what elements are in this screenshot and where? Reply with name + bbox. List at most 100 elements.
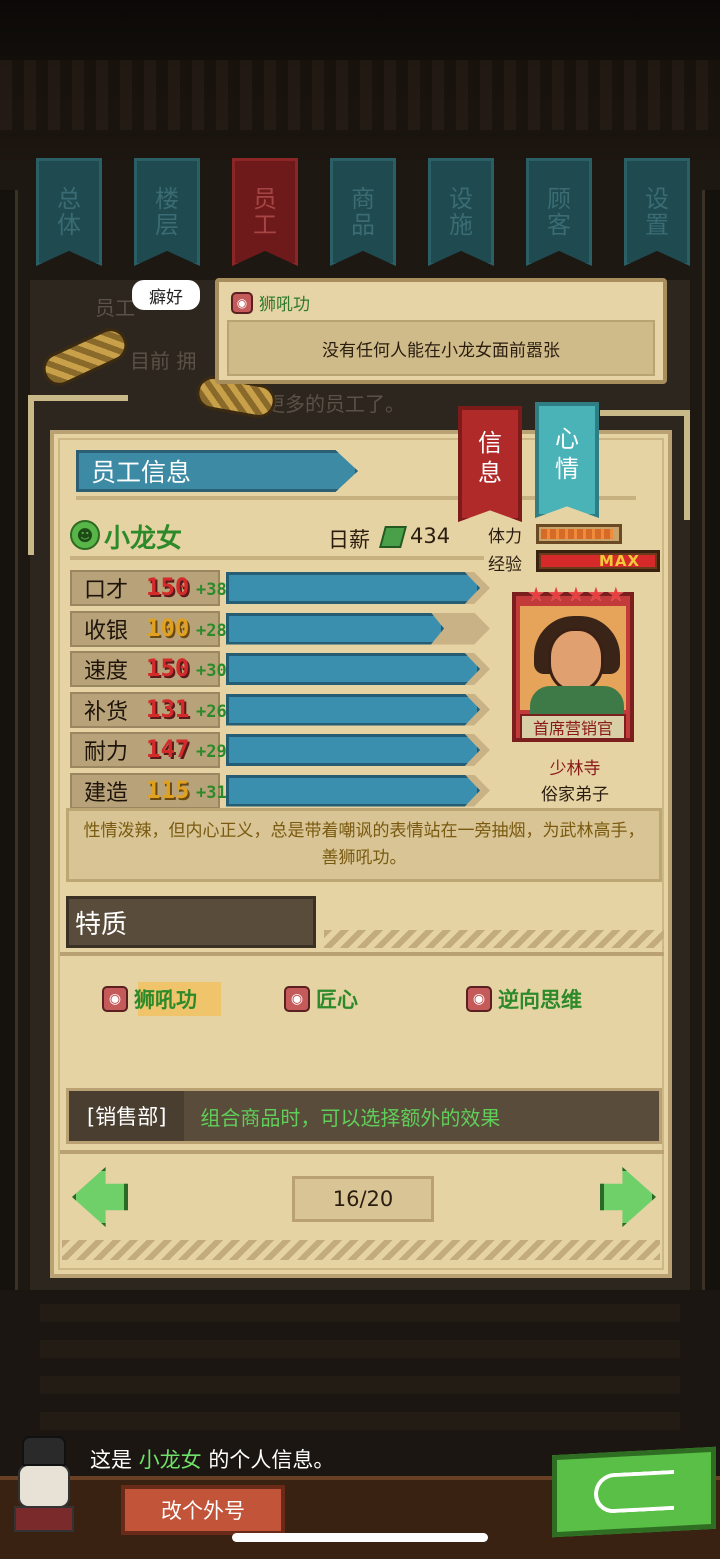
left-frame — [0, 190, 18, 1470]
decorative-zigzag — [62, 1240, 660, 1260]
rename-button[interactable]: 改个外号 — [121, 1485, 285, 1535]
stat-bar-fill — [226, 734, 480, 766]
trait-reverse-thinking[interactable]: ◉ 逆向思维 — [466, 982, 582, 1016]
trait-label: 逆向思维 — [498, 988, 582, 1012]
tab-top-0[interactable]: 总体 — [36, 158, 102, 266]
rank-stars-icon: ★★★★★ — [527, 582, 627, 606]
tab-label: 员 — [253, 184, 277, 213]
page-indicator: 16/20 — [292, 1176, 434, 1222]
tab-top-6[interactable]: 设置 — [624, 158, 690, 266]
role-badge: 首席营销官 — [520, 714, 626, 740]
trait-lion-roar[interactable]: ◉ 狮吼功 — [102, 982, 221, 1016]
stat-row: 收银 100 +28 — [70, 610, 490, 647]
avatar-hat — [22, 1436, 66, 1466]
tooltip-trait-name: 狮吼功 — [259, 295, 310, 315]
stat-base-value: 150 — [146, 654, 190, 682]
hobby-tooltip: ◉ 狮吼功 没有任何人能在小龙女面前嚣张 — [215, 278, 667, 384]
tab-label: 置 — [645, 211, 669, 239]
tab-top-1[interactable]: 楼层 — [134, 158, 200, 266]
department-effect: 组合商品时，可以选择额外的效果 — [200, 1105, 501, 1130]
dialog-employee-name: 小龙女 — [138, 1448, 202, 1472]
mood-smile-icon: ☻ — [70, 520, 100, 550]
tab-top-5[interactable]: 顾客 — [526, 158, 592, 266]
tab-label: 商 — [351, 184, 375, 213]
trait-label: 狮吼功 — [134, 988, 197, 1012]
home-indicator[interactable] — [232, 1533, 488, 1542]
tab-label: 息 — [478, 459, 502, 487]
back-button[interactable] — [552, 1446, 716, 1538]
lion-roar-icon: ◉ — [231, 291, 253, 314]
trait-label: 匠心 — [316, 988, 358, 1012]
avatar-body — [14, 1506, 74, 1532]
stat-row: 建造 115 +31 — [70, 772, 490, 809]
traits-header: 特质 — [66, 896, 316, 948]
hobby-badge: 癖好 — [132, 280, 200, 310]
tab-label: 楼 — [155, 184, 179, 213]
dialog-text: 这是 小龙女 的个人信息。 — [90, 1444, 334, 1474]
stat-base-value: 150 — [146, 573, 190, 601]
energy-label: 体力 — [488, 527, 522, 547]
tab-label: 设 — [449, 184, 473, 213]
stat-row: 口才 150 +38 — [70, 570, 490, 606]
employee-info-panel: 员工信息 ☻ 小龙女 日薪 434 体力 经验 MAX 口才 150 +38 收银 10… — [50, 430, 672, 1278]
tooltip-description: 没有任何人能在小龙女面前嚣张 — [227, 320, 655, 376]
stat-bar-fill — [226, 572, 480, 604]
tab-top-3[interactable]: 商品 — [330, 158, 396, 266]
top-pattern — [0, 60, 720, 130]
tooltip-header: ◉ 狮吼功 — [231, 290, 310, 315]
stat-bonus-value: +29 — [196, 742, 227, 762]
tab-info[interactable]: 信 息 — [458, 406, 522, 522]
employee-description: 性情泼辣，但内心正义，总是带着嘲讽的表情站在一旁抽烟，为武林高手，善狮吼功。 — [66, 808, 662, 882]
tab-top-4[interactable]: 设施 — [428, 158, 494, 266]
stat-row: 速度 150 +30 — [70, 651, 490, 687]
stat-bonus-value: +38 — [196, 580, 227, 600]
advisor-avatar — [4, 1432, 88, 1532]
employee-name[interactable]: 小龙女 — [104, 518, 182, 555]
department-row: [销售部] 组合商品时，可以选择额外的效果 — [66, 1088, 662, 1144]
rank-label: 俗家弟子 — [541, 785, 609, 805]
wage-label: 日薪 — [328, 528, 370, 552]
dialog-prefix: 这是 — [90, 1448, 132, 1472]
tab-label: 层 — [155, 211, 179, 239]
employee-portrait[interactable]: ★★★★★ 首席营销官 — [512, 582, 634, 742]
stat-row: 补货 131 +26 — [70, 691, 490, 728]
tab-label: 顾 — [547, 184, 571, 213]
tab-label: 工 — [253, 211, 277, 239]
underlying-text: 目前 拥 — [130, 349, 197, 373]
trait-icon: ◉ — [102, 986, 128, 1012]
energy-bar-fill — [541, 529, 613, 539]
energy-bar — [536, 524, 622, 544]
underlying-text: 员工 — [95, 296, 135, 320]
stat-base-value: 115 — [146, 775, 190, 804]
exp-label: 经验 — [488, 555, 522, 575]
tab-mood[interactable]: 心 情 — [535, 402, 599, 518]
stat-bar-fill — [226, 693, 480, 726]
wage-value: 434 — [410, 524, 451, 548]
footer-pattern — [40, 1300, 680, 1430]
underlying-text: 更多的员工了。 — [265, 392, 405, 416]
tab-label: 客 — [547, 211, 571, 239]
tab-label: 施 — [449, 211, 473, 239]
stat-bar-fill — [226, 653, 480, 685]
portrait-background — [520, 606, 626, 720]
sect-label: 少林寺 — [549, 759, 601, 779]
trait-icon: ◉ — [466, 986, 492, 1012]
stat-bonus-value: +26 — [196, 701, 227, 722]
stat-base-value: 131 — [146, 694, 190, 723]
decorative-zigzag — [324, 930, 664, 948]
dialog-suffix: 的个人信息。 — [208, 1448, 335, 1472]
stat-row: 耐力 147 +29 — [70, 732, 490, 768]
trait-icon: ◉ — [284, 986, 310, 1012]
stat-bonus-value: +31 — [196, 782, 227, 803]
stat-bonus-value: +28 — [196, 620, 227, 641]
tab-top-2[interactable]: 员工 — [232, 158, 298, 266]
tab-label: 设 — [645, 184, 669, 213]
stat-bonus-value: +30 — [196, 661, 227, 681]
tab-label: 情 — [555, 455, 579, 483]
exp-bar: MAX — [536, 550, 660, 572]
tab-label: 心 — [555, 425, 579, 453]
panel-title: 员工信息 — [76, 450, 358, 492]
tab-label: 信 — [478, 429, 502, 457]
trait-craftsman[interactable]: ◉ 匠心 — [284, 982, 358, 1016]
stat-bar-fill — [226, 612, 444, 645]
